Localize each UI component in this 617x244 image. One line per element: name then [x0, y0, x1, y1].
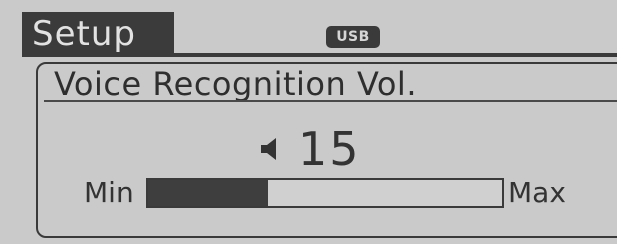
- min-label: Min: [84, 176, 134, 209]
- volume-readout: 15: [260, 122, 361, 176]
- setup-tab[interactable]: Setup: [22, 12, 174, 57]
- speaker-icon: [261, 138, 276, 160]
- voice-volume-screen: Setup USB Voice Recognition Vol. 15 Min …: [0, 0, 617, 244]
- panel-title: Voice Recognition Vol.: [54, 65, 417, 103]
- title-divider: [44, 100, 617, 102]
- usb-badge: USB: [326, 26, 380, 48]
- max-label: Max: [508, 176, 566, 209]
- volume-value: 15: [298, 122, 361, 176]
- volume-slider-fill: [148, 180, 269, 206]
- volume-slider[interactable]: [146, 178, 504, 208]
- voice-recognition-volume-panel: Voice Recognition Vol. 15 Min Max: [36, 62, 617, 238]
